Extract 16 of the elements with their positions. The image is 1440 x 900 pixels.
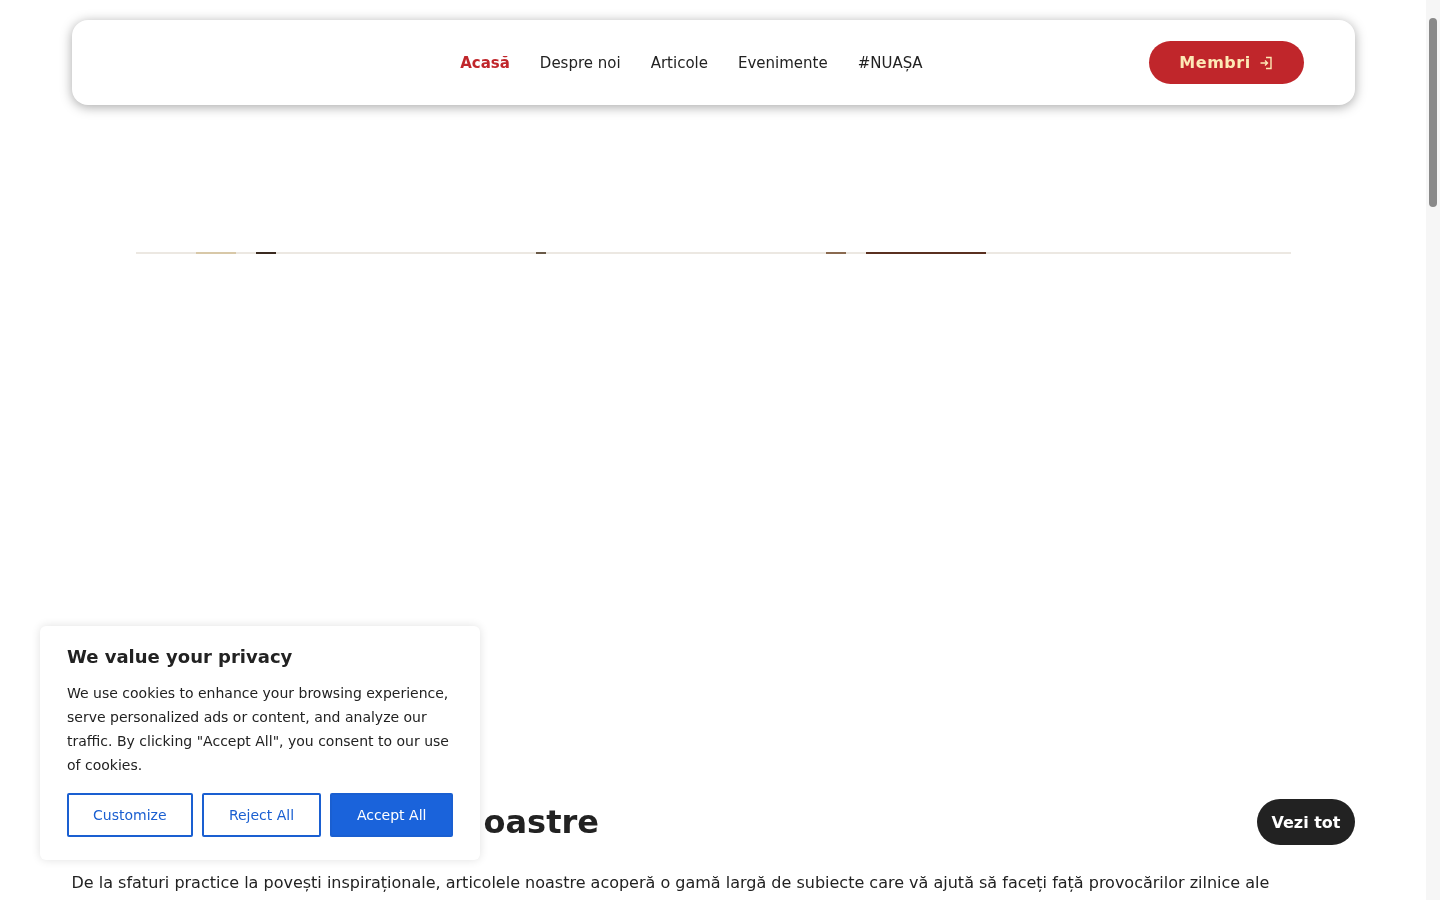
nav-link[interactable]: Evenimente xyxy=(737,53,828,72)
members-button[interactable]: Membri xyxy=(1148,41,1304,84)
consent-button[interactable]: Reject All xyxy=(201,793,322,837)
nav-link[interactable]: Acasă xyxy=(460,53,510,72)
nav-link[interactable]: Articole xyxy=(650,53,708,72)
login-icon xyxy=(1258,55,1273,70)
nav-link[interactable]: #NUAȘA xyxy=(857,53,923,72)
see-all-button[interactable]: Vezi tot xyxy=(1257,799,1355,845)
scrollbar[interactable] xyxy=(1426,0,1440,900)
banner-text: We use cookies to enhance your browsing experience, serve personalized ads or content, and analyze our traffic. By clicking "Accept All", you consent to our use of cookies. xyxy=(67,684,450,775)
consent-button[interactable]: Customize xyxy=(67,793,193,837)
intro-text: De la sfaturi practice la povești inspiraționale, articolele noastre acoperă o gamă largă de subiecte care vă ajută să faceți față provocărilor zilnice ale xyxy=(71,873,1271,892)
nav-link[interactable]: Despre noi xyxy=(539,53,621,72)
consent-button[interactable]: Accept All xyxy=(330,793,453,837)
banner-title: We value your privacy xyxy=(67,646,294,667)
section-heading: oastre xyxy=(483,803,599,841)
